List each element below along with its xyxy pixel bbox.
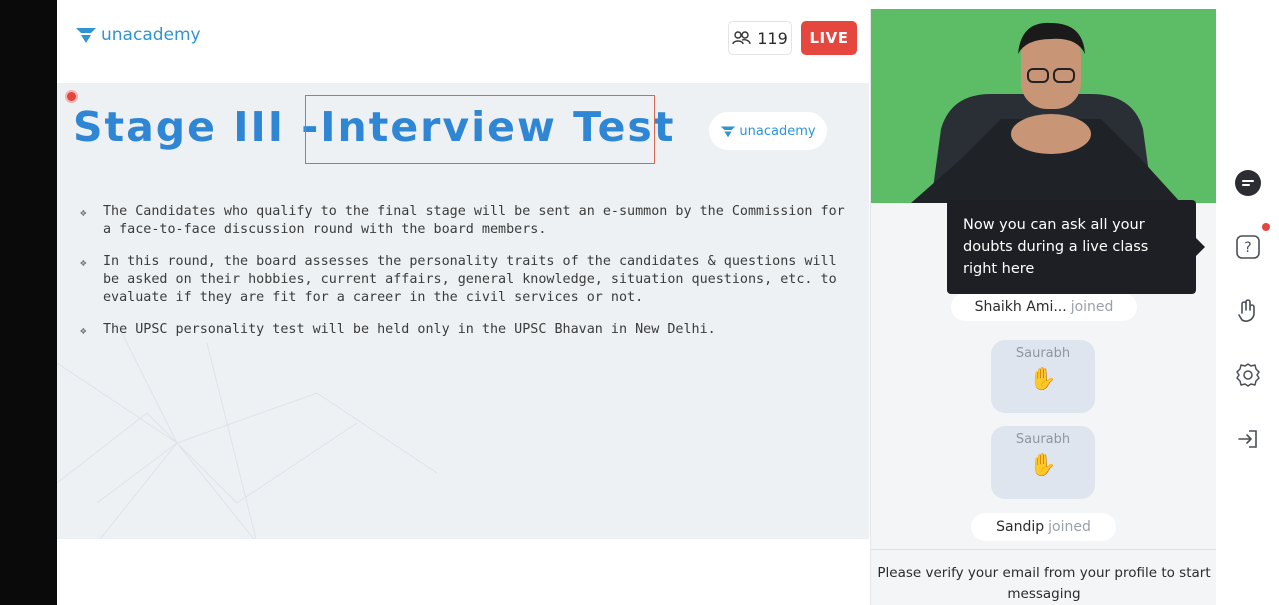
bullet-diamond-icon: ❖ bbox=[80, 324, 87, 337]
class-header: unacademy 119 LIVE bbox=[57, 9, 870, 83]
slide-footer-area bbox=[57, 539, 869, 605]
side-panel: Shaikh Ami... joined Saurabh ✋ Saurabh ✋… bbox=[870, 9, 1217, 605]
educator-video-frame bbox=[871, 9, 1217, 203]
join-name: Shaikh Ami... bbox=[974, 299, 1067, 315]
doubts-tooltip: Now you can ask all your doubts during a… bbox=[947, 200, 1205, 294]
educator-video[interactable] bbox=[871, 9, 1217, 203]
slide-title-part1: Stage III - bbox=[73, 103, 321, 151]
annotation-highlight-box bbox=[305, 95, 655, 164]
join-name: Sandip bbox=[996, 519, 1045, 535]
join-notification: Sandip joined bbox=[971, 513, 1116, 541]
bullet-text: The Candidates who qualify to the final … bbox=[103, 204, 845, 237]
bullet-diamond-icon: ❖ bbox=[80, 206, 87, 219]
settings-icon bbox=[1236, 363, 1260, 387]
wave-sender: Saurabh bbox=[1015, 432, 1071, 447]
bullet-text: The UPSC personality test will be held o… bbox=[103, 322, 716, 337]
doubt-icon: ? bbox=[1236, 235, 1260, 259]
unacademy-logo[interactable]: unacademy bbox=[75, 25, 201, 45]
slide-unacademy-logo: unacademy bbox=[709, 112, 827, 150]
right-icon-rail: ? bbox=[1216, 9, 1279, 605]
top-strip bbox=[57, 0, 1279, 9]
unacademy-logo-icon bbox=[76, 28, 96, 43]
slide-bullet: ❖ The Candidates who qualify to the fina… bbox=[77, 203, 847, 239]
raise-hand-button[interactable] bbox=[1234, 297, 1262, 325]
bullet-text: In this round, the board assesses the pe… bbox=[103, 254, 837, 305]
viewer-count: 119 bbox=[757, 28, 788, 48]
unacademy-logo-icon bbox=[721, 125, 736, 137]
recording-indicator bbox=[65, 90, 78, 103]
wave-reaction-card: Saurabh ✋ bbox=[991, 340, 1095, 413]
slide-bullet-list: ❖ The Candidates who qualify to the fina… bbox=[77, 203, 847, 353]
live-class-app: unacademy 119 LIVE Stage III -Interview … bbox=[0, 0, 1279, 605]
exit-button[interactable] bbox=[1234, 425, 1262, 453]
join-notification: Shaikh Ami... joined bbox=[951, 293, 1137, 321]
bullet-diamond-icon: ❖ bbox=[80, 256, 87, 269]
join-suffix: joined bbox=[1048, 519, 1091, 535]
people-icon bbox=[732, 31, 751, 45]
waving-hand-icon: ✋ bbox=[1029, 367, 1057, 392]
presentation-slide: Stage III -Interview Test unacademy ❖ Th… bbox=[57, 83, 869, 539]
waving-hand-icon: ✋ bbox=[1029, 453, 1057, 478]
left-black-bar bbox=[0, 0, 57, 605]
slide-bullet: ❖ In this round, the board assesses the … bbox=[77, 253, 847, 307]
doubts-button[interactable]: ? bbox=[1234, 233, 1262, 261]
settings-button[interactable] bbox=[1234, 361, 1262, 389]
raise-hand-icon bbox=[1238, 299, 1255, 322]
wave-sender: Saurabh bbox=[1015, 346, 1071, 361]
chat-icon bbox=[1235, 170, 1261, 196]
svg-text:?: ? bbox=[1244, 240, 1251, 256]
doubts-notification-dot bbox=[1262, 223, 1270, 231]
wave-reaction-card: Saurabh ✋ bbox=[991, 426, 1095, 499]
slide-bullet: ❖ The UPSC personality test will be held… bbox=[77, 321, 847, 339]
verify-email-message: Please verify your email from your profi… bbox=[871, 549, 1217, 605]
slide-logo-text: unacademy bbox=[739, 123, 816, 139]
exit-icon bbox=[1238, 430, 1257, 448]
viewer-count-badge[interactable]: 119 bbox=[728, 21, 792, 55]
chat-button[interactable] bbox=[1234, 169, 1262, 197]
logo-text: unacademy bbox=[101, 25, 201, 45]
join-suffix: joined bbox=[1070, 299, 1114, 315]
live-badge: LIVE bbox=[801, 21, 857, 55]
